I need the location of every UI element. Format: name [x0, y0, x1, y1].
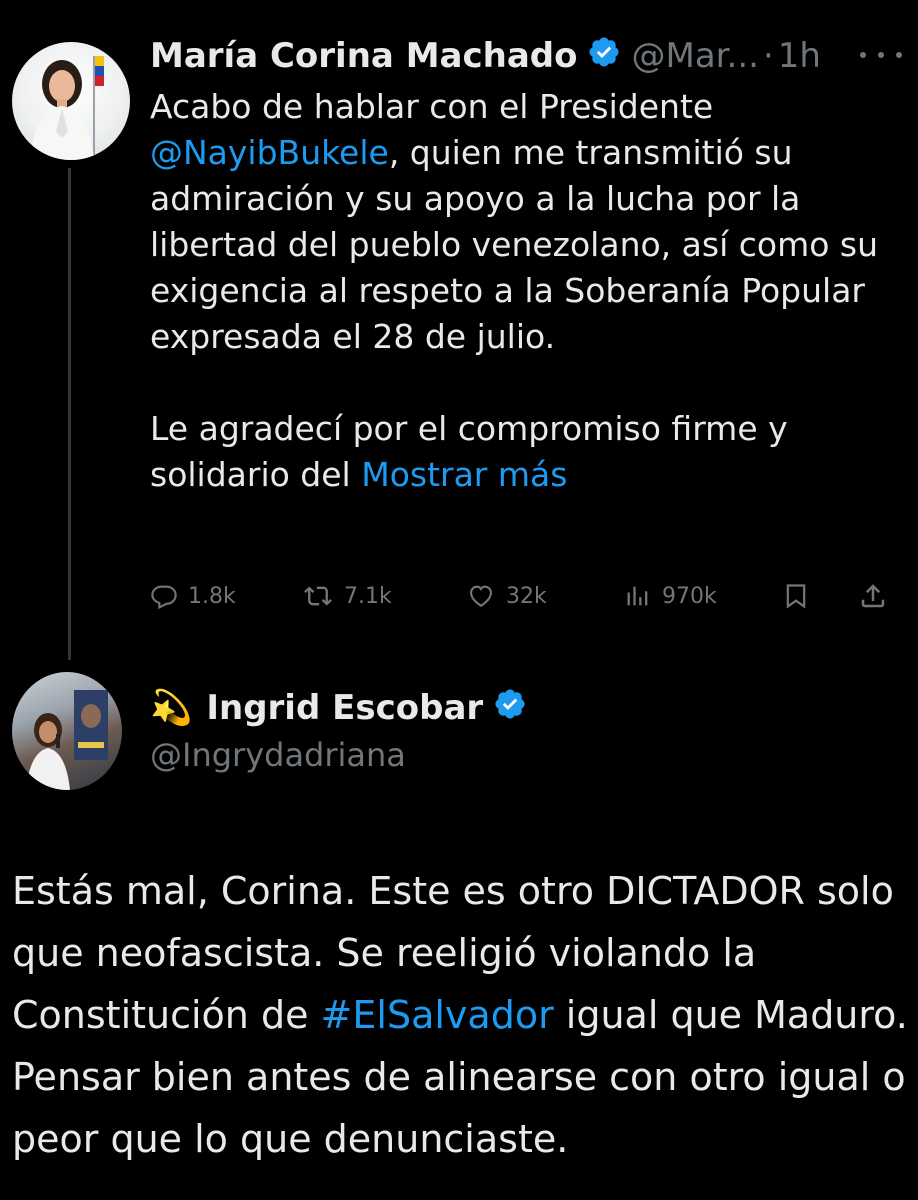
thread-line: [68, 168, 71, 660]
bookmark-icon: [782, 581, 810, 611]
share-icon: [858, 581, 888, 611]
views-button[interactable]: 970k: [624, 576, 717, 616]
tweet1-header: María Corina Machado @Mar... · 1h: [150, 32, 821, 80]
dizzy-emoji-icon: 💫: [150, 688, 193, 728]
bookmark-button[interactable]: [782, 576, 810, 616]
views-count: 970k: [662, 583, 717, 609]
avatar-ingrid-escobar[interactable]: [12, 672, 122, 790]
author-handle[interactable]: @Ingrydadriana: [150, 736, 406, 774]
retweet-icon: [302, 582, 334, 610]
more-icon[interactable]: [860, 42, 902, 68]
verified-badge-icon: [493, 687, 527, 730]
tweet1-paragraph-2: Le agradecí por el compromiso firme y so…: [150, 406, 890, 498]
reply-count: 1.8k: [188, 583, 236, 609]
author-name[interactable]: Ingrid Escobar: [206, 688, 483, 728]
show-more-link[interactable]: Mostrar más: [361, 455, 567, 494]
tweet1-text-part: Acabo de hablar con el Presidente: [150, 87, 714, 126]
tweet2-paragraph: Estás mal, Corina. Este es otro DICTADOR…: [12, 860, 912, 1170]
reply-button[interactable]: 1.8k: [150, 576, 236, 616]
like-count: 32k: [506, 583, 547, 609]
retweet-count: 7.1k: [344, 583, 392, 609]
tweet1-paragraph-1: Acabo de hablar con el Presidente @Nayib…: [150, 84, 890, 360]
avatar-image: [30, 56, 104, 160]
like-button[interactable]: 32k: [466, 576, 547, 616]
author-handle[interactable]: @Mar...: [631, 36, 758, 76]
hashtag-link[interactable]: #ElSalvador: [321, 993, 554, 1037]
timestamp[interactable]: 1h: [778, 36, 821, 76]
avatar-maria-corina-machado[interactable]: [12, 42, 130, 160]
author-name[interactable]: María Corina Machado: [150, 36, 577, 76]
tweet2-text: Estás mal, Corina. Este es otro DICTADOR…: [12, 860, 912, 1170]
like-icon: [466, 582, 496, 610]
mention-link[interactable]: @NayibBukele: [150, 133, 389, 172]
verified-badge-icon: [587, 35, 621, 78]
views-icon: [624, 582, 652, 610]
tweet1-text: Acabo de hablar con el Presidente @Nayib…: [150, 84, 890, 498]
avatar-image: [26, 690, 108, 790]
separator-dot: ·: [762, 36, 774, 76]
tweet2-header: 💫 Ingrid Escobar: [150, 684, 527, 732]
share-button[interactable]: [858, 576, 888, 616]
retweet-button[interactable]: 7.1k: [302, 576, 392, 616]
reply-icon: [150, 582, 178, 610]
